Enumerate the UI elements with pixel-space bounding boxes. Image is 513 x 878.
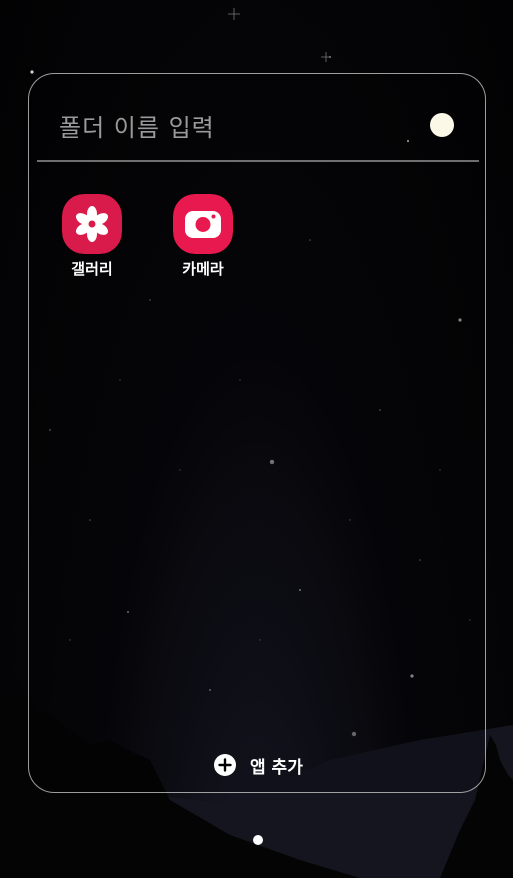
add-apps-label: 앱 추가 [250, 757, 303, 778]
home-screen: 폴더 이름 입력 갤러리 카메라 앱 추가 [0, 0, 513, 878]
page-indicator-dot[interactable] [253, 835, 263, 845]
plus-circle-icon [214, 754, 236, 776]
folder-name-input[interactable]: 폴더 이름 입력 [59, 108, 215, 143]
app-label-camera: 카메라 [182, 260, 224, 278]
folder-header-divider [37, 160, 479, 162]
folder-panel: 폴더 이름 입력 갤러리 카메라 앱 추가 [28, 73, 486, 793]
gallery-flower-icon [62, 194, 122, 254]
folder-color-button[interactable] [430, 113, 454, 137]
app-camera[interactable]: 카메라 [162, 194, 244, 279]
app-gallery[interactable]: 갤러리 [51, 194, 133, 279]
app-label-gallery: 갤러리 [71, 260, 113, 278]
camera-icon [173, 194, 233, 254]
add-apps-button[interactable]: 앱 추가 [213, 750, 303, 780]
